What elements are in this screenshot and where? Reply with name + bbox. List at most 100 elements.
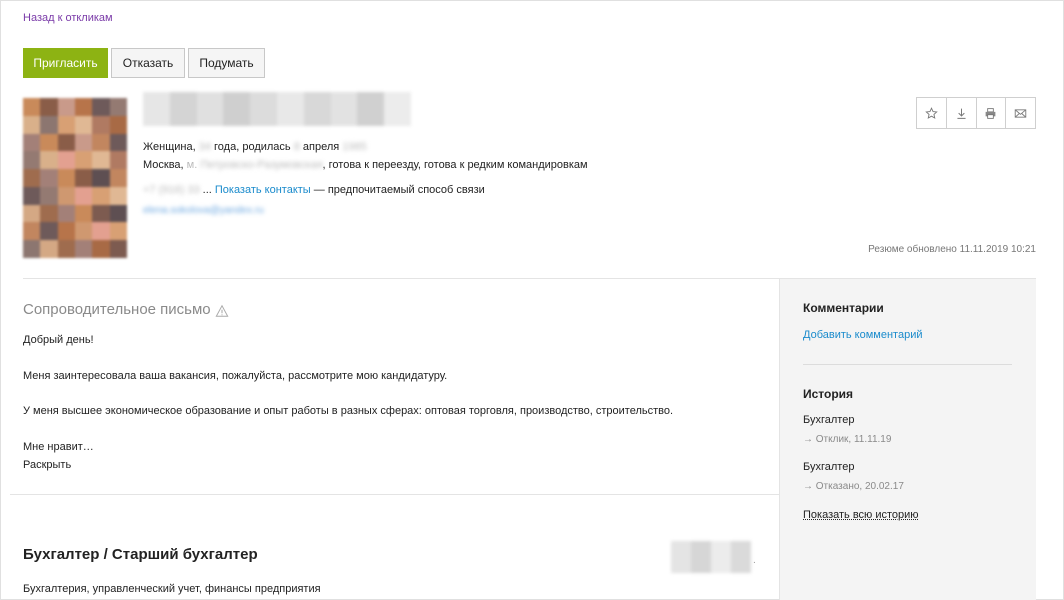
photo-pixel — [75, 204, 93, 223]
photo-pixel — [23, 240, 41, 258]
back-to-responses-link[interactable]: Назад к откликам — [23, 12, 113, 24]
photo-pixel — [57, 186, 75, 205]
photo-pixel — [75, 240, 93, 258]
age-suffix: года, родилась — [210, 141, 294, 153]
photo-pixel — [92, 115, 110, 134]
gender-label: Женщина, — [143, 141, 199, 153]
photo-pixel — [92, 204, 110, 223]
cover-letter-paragraph-1: Меня заинтересовала ваша вакансия, пожал… — [23, 370, 448, 382]
photo-pixel — [92, 133, 110, 152]
photo-pixel — [75, 115, 93, 134]
photo-pixel — [23, 115, 41, 134]
photo-pixel — [92, 222, 110, 241]
expand-link[interactable]: Раскрыть — [23, 459, 71, 471]
photo-pixel — [23, 222, 41, 241]
photo-pixel — [23, 133, 41, 152]
photo-pixel — [40, 186, 58, 205]
photo-pixel — [40, 240, 58, 258]
photo-pixel — [57, 151, 75, 170]
history-item-position: Бухгалтер — [803, 461, 855, 473]
birth-year-blurred: 1985 — [342, 141, 367, 153]
phone-line: +7 (916) 33 ... Показать контакты — пред… — [143, 184, 485, 196]
photo-pixel — [40, 169, 58, 187]
history-item-status: → Отказано, 20.02.17 — [803, 481, 904, 492]
candidate-name-blurred — [143, 92, 411, 126]
email-blurred[interactable]: elena.sokolova@yandex.ru — [143, 205, 264, 216]
birth-month: апреля — [299, 141, 343, 153]
photo-pixel — [57, 240, 75, 258]
warning-icon[interactable] — [215, 304, 229, 318]
photo-pixel — [40, 133, 58, 152]
metro-prefix: м. — [186, 159, 201, 171]
photo-pixel — [109, 151, 127, 170]
photo-pixel — [40, 115, 58, 134]
photo-pixel — [75, 186, 93, 205]
metro-blurred: Петровско-Разумовская — [200, 159, 323, 171]
photo-pixel — [75, 133, 93, 152]
download-icon[interactable] — [947, 98, 977, 128]
cover-letter-title: Сопроводительное письмо — [23, 301, 211, 318]
history-title: История — [803, 387, 854, 401]
photo-pixel — [109, 98, 127, 116]
photo-pixel — [57, 133, 75, 152]
photo-pixel — [75, 169, 93, 187]
comments-title: Комментарии — [803, 301, 884, 315]
photo-pixel — [75, 151, 93, 170]
photo-pixel — [109, 204, 127, 223]
show-contacts-link[interactable]: Показать контакты — [215, 184, 311, 196]
preferred-contact-label: — предпочитаемый способ связи — [310, 184, 485, 196]
location-line: Москва, м. Петровско-Разумовская, готова… — [143, 159, 588, 171]
resume-updated-date: Резюме обновлено 11.11.2019 10:21 — [868, 244, 1036, 255]
email-line: elena.sokolova@yandex.ru — [143, 204, 264, 216]
birth-day-blurred: 8 — [293, 141, 300, 153]
resume-tools — [916, 97, 1036, 129]
photo-pixel — [109, 133, 127, 152]
sidebar: Комментарии Добавить комментарий История… — [779, 279, 1036, 600]
sidebar-divider — [803, 364, 1012, 365]
photo-pixel — [57, 222, 75, 241]
demographics-line: Женщина, 34 года, родилась 8 апреля 1985 — [143, 141, 367, 153]
photo-pixel — [92, 98, 110, 116]
history-item-position: Бухгалтер — [803, 414, 855, 426]
section-divider — [10, 494, 779, 495]
photo-pixel — [109, 222, 127, 241]
history-item-status: → Отклик, 11.11.19 — [803, 434, 892, 445]
photo-pixel — [23, 204, 41, 223]
reject-button[interactable]: Отказать — [111, 48, 185, 78]
photo-pixel — [109, 169, 127, 187]
specialization: Бухгалтерия, управленческий учет, финанс… — [23, 583, 321, 595]
photo-pixel — [40, 204, 58, 223]
salary-suffix: . — [753, 555, 756, 566]
relocation-label: , готова к переезду, готова к редким ком… — [322, 159, 588, 171]
photo-pixel — [40, 151, 58, 170]
think-button[interactable]: Подумать — [188, 48, 265, 78]
photo-pixel — [57, 204, 75, 223]
photo-pixel — [57, 169, 75, 187]
photo-pixel — [23, 169, 41, 187]
show-all-history-link[interactable]: Показать всю историю — [803, 509, 919, 521]
photo-pixel — [57, 98, 75, 116]
photo-pixel — [109, 115, 127, 134]
star-icon[interactable] — [917, 98, 947, 128]
phone-ellipsis: ... — [199, 184, 215, 196]
position-title: Бухгалтер / Старший бухгалтер — [23, 546, 258, 563]
photo-pixel — [109, 240, 127, 258]
mail-icon[interactable] — [1006, 98, 1035, 128]
salary-blurred — [671, 541, 751, 573]
invite-button[interactable]: Пригласить — [23, 48, 108, 78]
photo-pixel — [40, 222, 58, 241]
photo-pixel — [109, 186, 127, 205]
photo-pixel — [23, 186, 41, 205]
city-label: Москва, — [143, 159, 187, 171]
photo-pixel — [23, 151, 41, 170]
add-comment-link[interactable]: Добавить комментарий — [803, 329, 922, 341]
photo-pixel — [57, 115, 75, 134]
photo-pixel — [92, 186, 110, 205]
age-blurred: 34 — [198, 141, 211, 153]
cover-letter-paragraph-3: Мне нравит… — [23, 441, 94, 453]
print-icon[interactable] — [977, 98, 1007, 128]
phone-blurred: +7 (916) 33 — [143, 184, 200, 196]
photo-pixel — [92, 169, 110, 187]
action-buttons: Пригласить Отказать Подумать — [23, 48, 265, 78]
photo-pixel — [75, 222, 93, 241]
